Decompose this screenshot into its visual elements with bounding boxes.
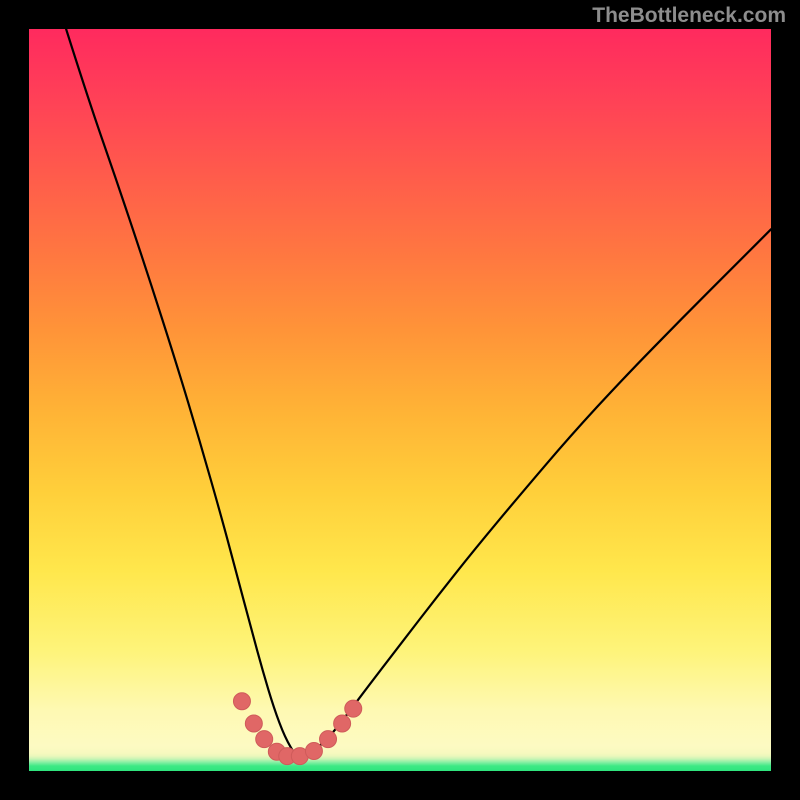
plot-gradient-background [29, 29, 771, 771]
chart-frame: TheBottleneck.com [0, 0, 800, 800]
watermark-text: TheBottleneck.com [592, 4, 786, 28]
